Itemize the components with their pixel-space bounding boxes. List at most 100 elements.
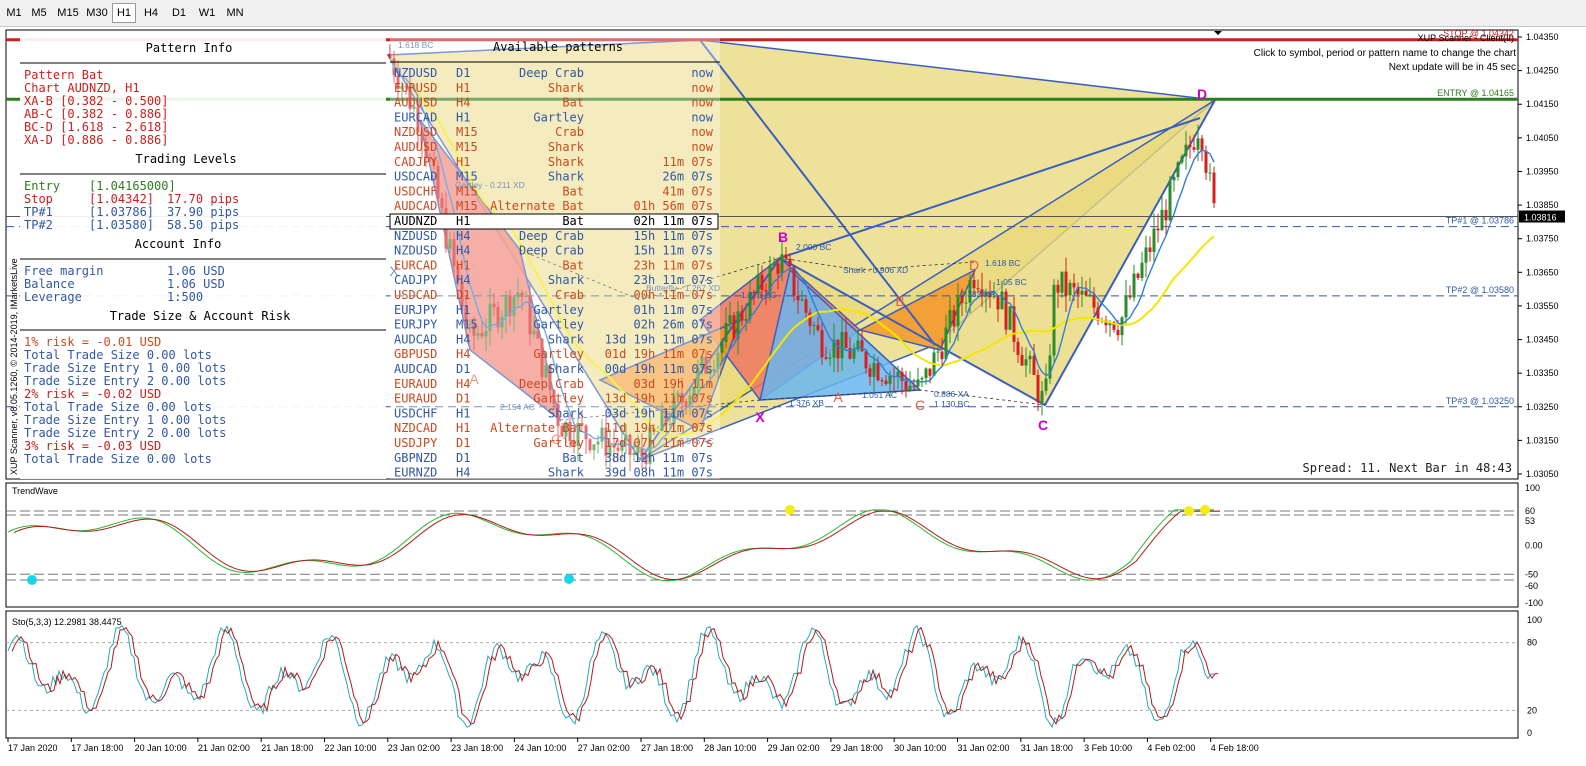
pattern-name-cell[interactable]: Bat [562,214,584,228]
pattern-symbol[interactable]: NZDUSD [394,229,437,243]
pattern-period[interactable]: D1 [456,451,470,465]
pattern-period[interactable]: M15 [456,170,478,184]
chart-area[interactable]: STOP @ 1.04342ENTRY @ 1.04165TP#1 @ 1.03… [0,0,1586,766]
pattern-period[interactable]: H4 [456,244,470,258]
pattern-name-cell[interactable]: Deep Crab [519,229,584,243]
pattern-period[interactable]: D1 [456,66,470,80]
candle-body [772,263,776,265]
pattern-name-cell[interactable]: Deep Crab [519,377,584,391]
pattern-symbol[interactable]: AUDUSD [394,140,437,154]
pattern-period[interactable]: H1 [456,110,470,124]
pattern-symbol[interactable]: EURJPY [394,318,438,332]
pattern-period[interactable]: H1 [456,258,470,272]
pattern-name-cell[interactable]: Gartley [533,392,584,406]
account-info-title: Account Info [135,237,222,251]
pattern-symbol[interactable]: NZDUSD [394,244,437,258]
pattern-period[interactable]: H1 [456,421,470,435]
pattern-period[interactable]: H4 [456,96,470,110]
pattern-symbol[interactable]: EURCAD [394,258,437,272]
pattern-name-cell[interactable]: Shark [548,273,585,287]
pattern-name-cell[interactable]: Shark [548,406,585,420]
pattern-period[interactable]: D1 [456,288,470,302]
account-row-label-1: Balance [24,277,75,291]
pattern-period[interactable]: H4 [456,466,470,480]
pattern-symbol[interactable]: AUDCAD [394,362,437,376]
pattern-name-cell[interactable]: Crab [555,125,584,139]
pattern-name-cell[interactable]: Shark [548,332,585,346]
pattern-period[interactable]: M15 [456,318,478,332]
pattern-symbol[interactable]: CADJPY [394,155,438,169]
pattern-name-cell[interactable]: Gartley [533,303,584,317]
pattern-name-cell[interactable]: Bat [562,96,584,110]
pattern-period[interactable]: H1 [456,406,470,420]
trendwave-tick: 60 [1525,506,1535,516]
candle-body [784,254,788,259]
pattern-symbol[interactable]: USDCHF [394,406,437,420]
pattern-period[interactable]: M15 [456,125,478,139]
pattern-name-cell[interactable]: Shark [548,81,585,95]
pattern-name-cell[interactable]: Gartley [533,347,584,361]
pattern-period[interactable]: H4 [456,332,470,346]
pattern-symbol[interactable]: GBPUSD [394,347,437,361]
pattern-symbol[interactable]: NZDUSD [394,66,437,80]
pattern-period[interactable]: H4 [456,229,470,243]
pattern-symbol[interactable]: NZDUSD [394,125,437,139]
pattern-period[interactable]: H4 [456,377,470,391]
pattern-name-cell[interactable]: Bat [562,451,584,465]
pattern-name-cell[interactable]: Crab [555,288,584,302]
pattern-period[interactable]: H1 [456,81,470,95]
pattern-period[interactable]: H1 [456,155,470,169]
pattern-chart: Chart AUDNZD, H1 [24,81,140,95]
pattern-name-cell[interactable]: Shark [548,362,585,376]
level-label-4: TP#3 @ 1.03250 [1446,396,1514,406]
pattern-symbol[interactable]: USDCHF [394,184,437,198]
pattern-period[interactable]: M15 [456,140,478,154]
account-row-label-0: Free margin [24,264,103,278]
pattern-period[interactable]: H4 [456,347,470,361]
pattern-name-cell[interactable]: Gartley [533,436,584,450]
pattern-symbol[interactable]: USDCAD [394,170,437,184]
pattern-name-cell[interactable]: Gartley [533,318,584,332]
pattern-symbol[interactable]: USDJPY [394,436,438,450]
pattern-period[interactable]: D1 [456,362,470,376]
pattern-symbol[interactable]: EURCAD [394,110,437,124]
pattern-symbol[interactable]: EURJPY [394,303,438,317]
pattern-symbol[interactable]: AUDCAD [394,332,437,346]
pattern-period[interactable]: H1 [456,214,470,228]
pattern-symbol[interactable]: CADJPY [394,273,438,287]
pattern-symbol[interactable]: AUDUSD [394,96,437,110]
pattern-period[interactable]: D1 [456,436,470,450]
candle-body [948,310,952,328]
pattern-symbol[interactable]: USDCAD [394,288,437,302]
pattern-name-cell[interactable]: Shark [548,466,585,480]
pattern-symbol[interactable]: EURAUD [394,392,437,406]
pattern-name-cell[interactable]: Alternate Bat [490,199,584,213]
pattern-symbol[interactable]: NZDCAD [394,421,437,435]
pattern-name-cell[interactable]: Shark [548,155,585,169]
pattern-name-cell[interactable]: Alternate Bat [490,421,584,435]
pattern-name-cell[interactable]: Deep Crab [519,66,584,80]
candle-body [1032,355,1036,375]
pattern-period[interactable]: M15 [456,184,478,198]
pattern-name-cell[interactable]: Shark [548,140,585,154]
candle-body [816,325,820,331]
pattern-time: 01h 56m 07s [634,199,713,213]
pattern-name-cell[interactable]: Bat [562,184,584,198]
pattern-symbol[interactable]: EURNZD [394,466,437,480]
pattern-name-cell[interactable]: Bat [562,258,584,272]
pattern-time: 26m 07s [662,170,713,184]
pattern-symbol[interactable]: AUDNZD [394,214,437,228]
pattern-symbol[interactable]: EURAUD [394,377,437,391]
price-tick-label: 1.04150 [1526,99,1559,109]
pattern-period[interactable]: D1 [456,392,470,406]
pattern-name-cell[interactable]: Shark [548,170,585,184]
pattern-symbol[interactable]: AUDCAD [394,199,437,213]
pattern-name-cell[interactable]: Gartley [533,110,584,124]
pattern-symbol[interactable]: EURUSD [394,81,437,95]
pattern-symbol[interactable]: GBPNZD [394,451,437,465]
pattern-period[interactable]: H1 [456,303,470,317]
pattern-period[interactable]: M15 [456,199,478,213]
pattern-name-cell[interactable]: Deep Crab [519,244,584,258]
candle-body [1092,294,1096,308]
pattern-period[interactable]: H4 [456,273,470,287]
